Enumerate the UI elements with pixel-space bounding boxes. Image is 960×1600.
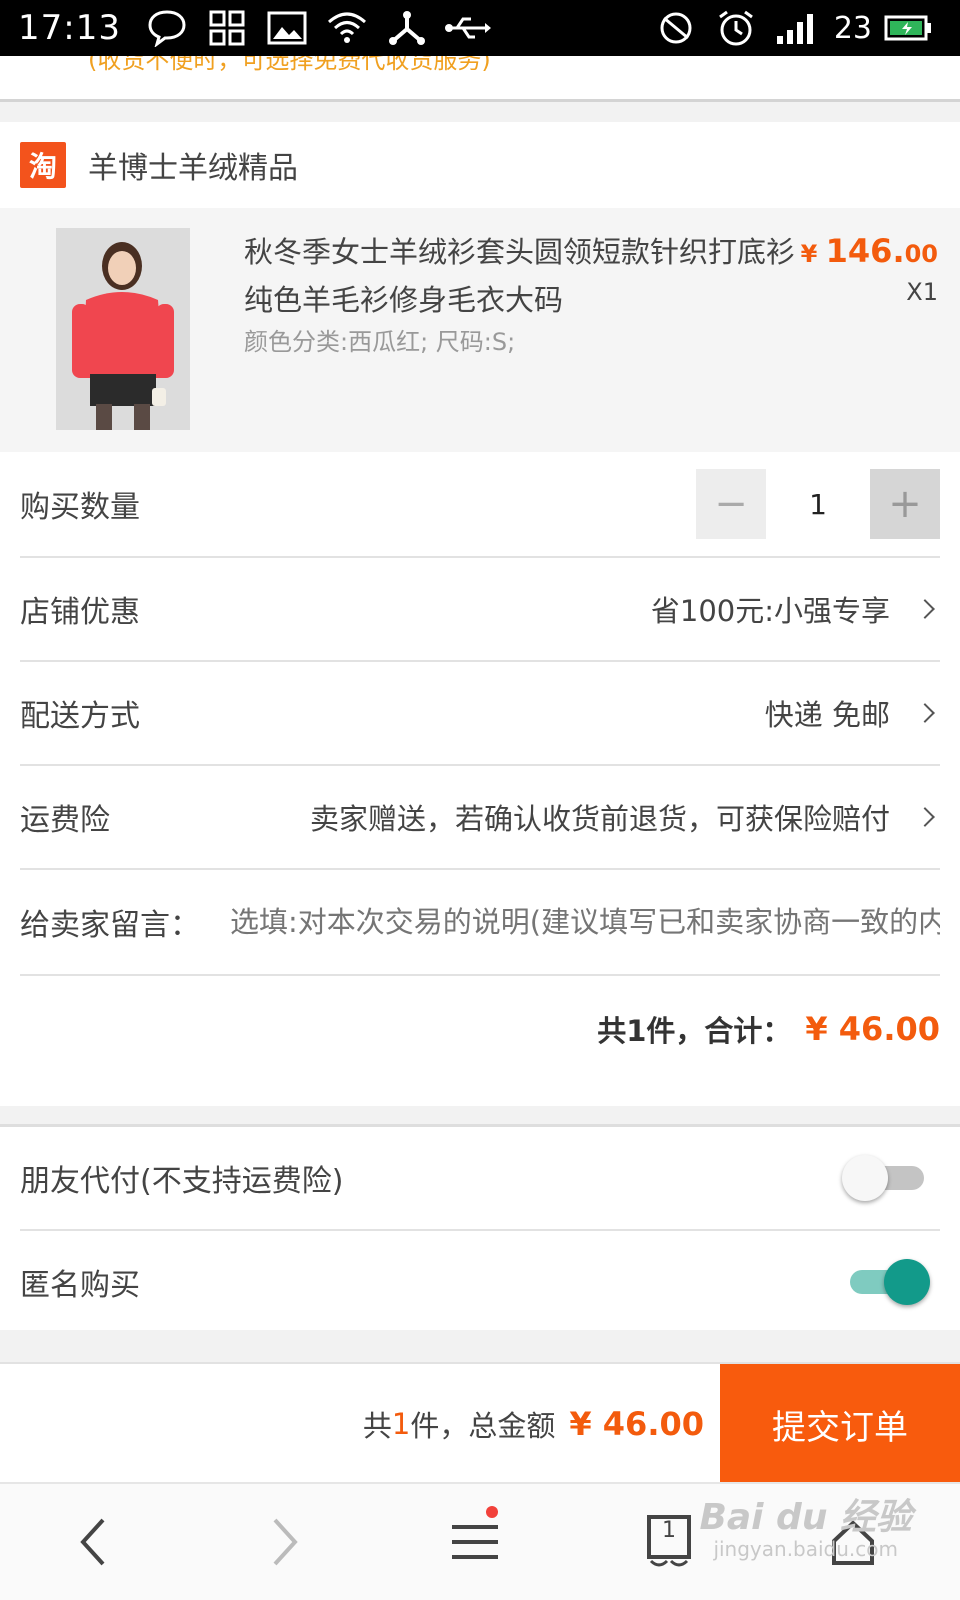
order-form: 购买数量 − 1 + 店铺优惠 省100元:小强专享 配送方式 快递 免邮 运费… xyxy=(0,452,960,1106)
order-total: ¥ 46.00 xyxy=(569,1405,704,1443)
chevron-right-icon xyxy=(273,1518,298,1566)
network-label: 23 xyxy=(833,10,872,46)
product-card[interactable]: 秋冬季女士羊绒衫套头圆领短款针织打底衫纯色羊毛衫修身毛衣大码 颜色分类:西瓜红;… xyxy=(0,208,960,452)
summary-suffix: 件，总金额 xyxy=(410,1409,556,1443)
discount-value: 省100元:小强专享 xyxy=(650,594,890,628)
shop-name: 羊博士羊绒精品 xyxy=(88,151,298,186)
discount-label: 店铺优惠 xyxy=(20,595,140,630)
toggle-knob xyxy=(884,1259,930,1305)
quantity-value[interactable]: 1 xyxy=(766,488,870,521)
watermark-sub: jingyan.baidu.com xyxy=(713,1536,898,1561)
notification-dot xyxy=(486,1506,498,1518)
shop-discount-row[interactable]: 店铺优惠 省100元:小强专享 xyxy=(20,558,940,662)
anonymous-toggle[interactable] xyxy=(842,1256,930,1308)
product-quantity: X1 xyxy=(906,278,938,306)
quantity-label: 购买数量 xyxy=(20,490,140,525)
grid-apps-icon xyxy=(201,8,253,48)
summary-prefix: 共 xyxy=(362,1409,392,1443)
product-image xyxy=(56,228,190,430)
product-attributes: 颜色分类:西瓜红; 尺码:S; xyxy=(244,328,516,356)
mute-ring-icon xyxy=(650,8,702,48)
subtotal-amount: ¥ 46.00 xyxy=(805,1010,940,1048)
price-decimal: 00 xyxy=(904,240,938,268)
friend-pay-row: 朋友代付(不支持运费险) xyxy=(20,1127,940,1231)
usb-icon xyxy=(441,8,493,48)
quantity-row: 购买数量 − 1 + xyxy=(20,452,940,558)
insurance-value: 卖家赠送，若确认收货前退货，可获保险赔付 xyxy=(309,802,890,836)
order-options: 朋友代付(不支持运费险) 匿名购买 xyxy=(0,1124,960,1330)
chevron-right-icon xyxy=(915,807,935,827)
decrease-button[interactable]: − xyxy=(696,469,766,539)
message-label: 给卖家留言： xyxy=(20,908,200,943)
menu-icon xyxy=(452,1525,498,1559)
anonymous-buy-row: 匿名购买 xyxy=(20,1231,940,1333)
toggle-knob xyxy=(842,1155,888,1201)
summary-count: 1 xyxy=(391,1407,411,1441)
delivery-row[interactable]: 配送方式 快递 免邮 xyxy=(20,662,940,766)
menu-button[interactable] xyxy=(430,1500,520,1584)
shipping-insurance-row[interactable]: 运费险 卖家赠送，若确认收货前退货，可获保险赔付 xyxy=(20,766,940,870)
shop-header[interactable]: 淘 羊博士羊绒精品 xyxy=(0,122,960,208)
friend-pay-label: 朋友代付(不支持运费险) xyxy=(20,1164,344,1199)
order-summary: 共 1 件，总金额 ¥ 46.00 xyxy=(363,1364,704,1484)
seller-message-row: 给卖家留言： xyxy=(20,870,940,976)
delivery-notice-text: (收货不便时，可选择免费代收货服务) xyxy=(88,56,491,74)
watermark-main: Bai du 经验 xyxy=(699,1497,912,1538)
insurance-label: 运费险 xyxy=(20,803,110,838)
subtotal-row: 共1件，合计： ¥ 46.00 xyxy=(20,976,940,1082)
product-price: ¥ 146.00 xyxy=(801,232,938,270)
submit-bar: 共 1 件，总金额 ¥ 46.00 提交订单 xyxy=(0,1362,960,1484)
submit-order-button[interactable]: 提交订单 xyxy=(720,1364,960,1484)
status-time: 17:13 xyxy=(18,8,121,48)
price-currency: ¥ xyxy=(800,240,826,268)
back-button[interactable] xyxy=(48,1500,138,1584)
alarm-clock-icon xyxy=(710,8,762,48)
taobao-icon: 淘 xyxy=(20,142,66,188)
chat-bubble-icon xyxy=(141,8,193,48)
delivery-label: 配送方式 xyxy=(20,699,140,734)
subtotal-label: 共1件，合计： xyxy=(597,1014,792,1048)
status-bar: 17:13 23 xyxy=(0,0,960,56)
delivery-value: 快递 免邮 xyxy=(764,698,890,732)
chevron-right-icon xyxy=(915,703,935,723)
chevron-left-icon xyxy=(80,1518,105,1566)
delivery-notice-strip: (收货不便时，可选择免费代收货服务) xyxy=(0,56,960,102)
price-integer: 146. xyxy=(825,232,905,270)
battery-icon xyxy=(882,8,934,48)
image-icon xyxy=(261,8,313,48)
wifi-icon xyxy=(321,8,373,48)
forward-button[interactable] xyxy=(240,1500,330,1584)
share-node-icon xyxy=(381,8,433,48)
seller-message-input[interactable] xyxy=(230,905,940,939)
browser-nav-bar: 1 Bai du 经验 jingyan.baidu.com xyxy=(0,1482,960,1600)
anonymous-label: 匿名购买 xyxy=(20,1268,140,1303)
signal-icon xyxy=(770,8,822,48)
friend-pay-toggle[interactable] xyxy=(842,1152,930,1204)
baidu-watermark: Bai du 经验 jingyan.baidu.com xyxy=(699,1498,912,1560)
quantity-stepper[interactable]: − 1 + xyxy=(696,469,940,539)
increase-button[interactable]: + xyxy=(870,469,940,539)
chevron-right-icon xyxy=(915,599,935,619)
product-title: 秋冬季女士羊绒衫套头圆领短款针织打底衫纯色羊毛衫修身毛衣大码 xyxy=(244,235,796,317)
